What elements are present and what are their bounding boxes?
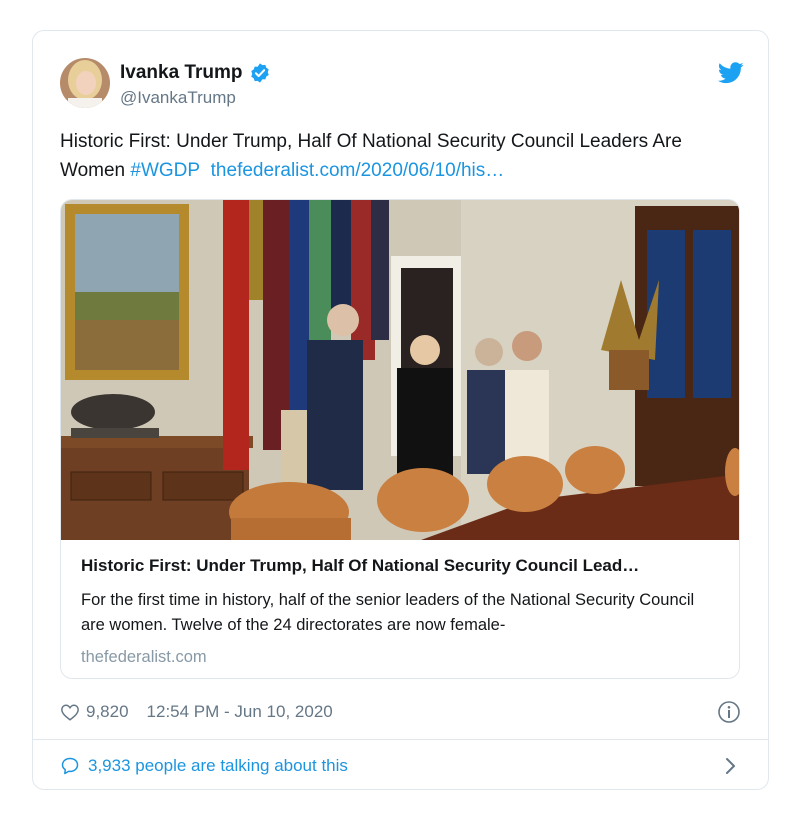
author-name-row: Ivanka Trump (120, 62, 271, 84)
divider (33, 739, 768, 740)
tweet-text: Historic First: Under Trump, Half Of Nat… (60, 127, 750, 185)
tweet-meta-row: 9,820 12:54 PM - Jun 10, 2020 (60, 699, 741, 725)
verified-badge-icon (250, 63, 269, 83)
conversation-link[interactable]: 3,933 people are talking about this (60, 753, 741, 779)
link-preview-domain: thefederalist.com (81, 648, 207, 666)
author-handle[interactable]: @IvankaTrump (120, 88, 236, 108)
conversation-label[interactable]: 3,933 people are talking about this (88, 756, 348, 776)
tweet-header: Ivanka Trump @IvankaTrump (60, 58, 744, 110)
link-preview-text: Historic First: Under Trump, Half Of Nat… (81, 556, 719, 667)
link-preview-card[interactable]: Historic First: Under Trump, Half Of Nat… (60, 199, 740, 679)
hashtag-link[interactable]: #WGDP (130, 160, 200, 181)
avatar[interactable] (60, 58, 110, 108)
tweet-timestamp[interactable]: 12:54 PM - Jun 10, 2020 (147, 702, 333, 722)
like-count[interactable]: 9,820 (86, 702, 129, 722)
twitter-bird-icon[interactable] (718, 62, 744, 84)
info-icon[interactable] (717, 700, 741, 724)
author-name[interactable]: Ivanka Trump (120, 62, 243, 84)
comment-bubble-icon (61, 757, 79, 775)
link-preview-title: Historic First: Under Trump, Half Of Nat… (81, 556, 640, 575)
chevron-right-icon[interactable] (725, 757, 737, 775)
link-preview-description: For the first time in history, half of t… (81, 591, 695, 634)
heart-icon[interactable] (60, 703, 80, 721)
article-link[interactable]: thefederalist.com/2020/06/10/his… (211, 160, 505, 181)
article-photo (61, 200, 739, 540)
tweet-embed-card: Ivanka Trump @IvankaTrump Historic First… (32, 30, 769, 790)
